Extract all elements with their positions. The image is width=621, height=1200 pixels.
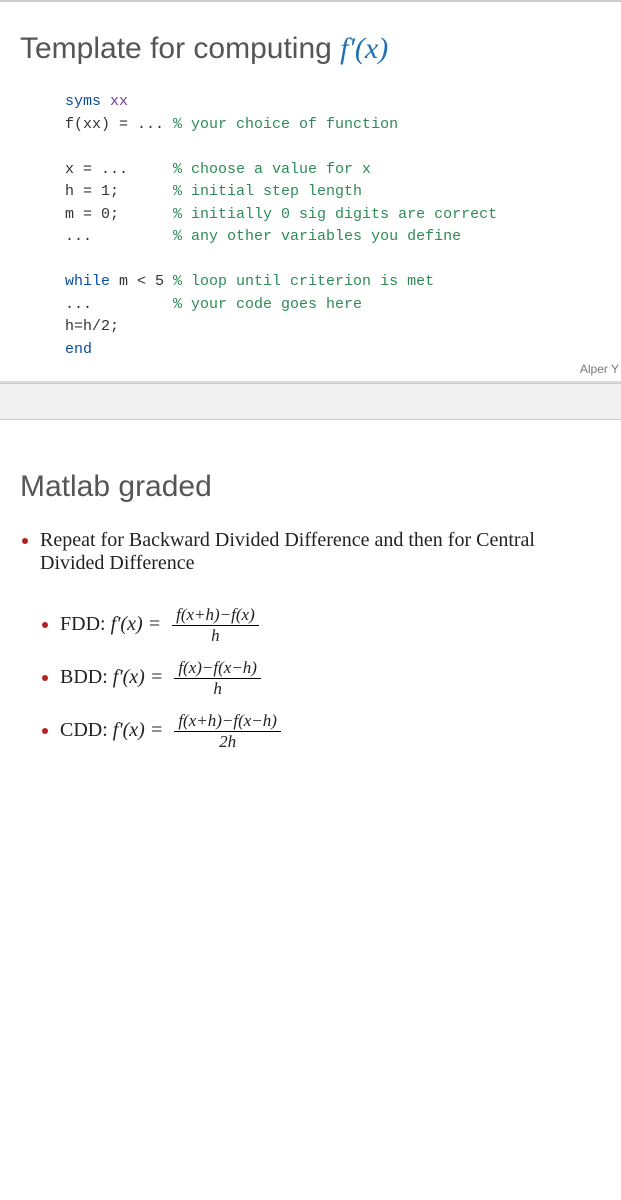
lhs: f'(x) = xyxy=(111,613,167,635)
slide2-title: Matlab graded xyxy=(20,470,601,504)
cdd-label: CDD: xyxy=(60,719,113,741)
lhs: f'(x) = xyxy=(113,666,169,688)
blank-line xyxy=(65,249,601,272)
comment: % any other variables you define xyxy=(173,228,461,245)
code-text: m = 0; xyxy=(65,206,173,223)
kw-end: end xyxy=(65,341,92,358)
denominator: h xyxy=(172,626,259,646)
comment: % your code goes here xyxy=(173,296,362,313)
slide1-title: Template for computing f'(x) xyxy=(20,32,601,66)
comment: % initial step length xyxy=(173,183,362,200)
title-func: f'(x) xyxy=(340,32,388,65)
title-text: Template for computing xyxy=(20,32,340,65)
bdd-label: BDD: xyxy=(60,666,113,688)
fraction: f(x+h)−f(x−h)2h xyxy=(174,711,281,752)
formula-bdd: BDD: f'(x) = f(x)−f(x−h)h xyxy=(60,658,601,699)
comment: % loop until criterion is met xyxy=(173,273,434,290)
bullet-repeat: Repeat for Backward Divided Difference a… xyxy=(40,529,601,575)
code-text: f(xx) = ... xyxy=(65,116,173,133)
denominator: h xyxy=(174,679,261,699)
code-text: m < 5 xyxy=(110,273,173,290)
code-text: x = ... xyxy=(65,161,173,178)
byline: Alper Y xyxy=(580,362,619,376)
code-text: h = 1; xyxy=(65,183,173,200)
formula-list: FDD: f'(x) = f(x+h)−f(x)h BDD: f'(x) = f… xyxy=(20,605,601,752)
bullet-list: Repeat for Backward Divided Difference a… xyxy=(20,529,601,575)
formula-cdd: CDD: f'(x) = f(x+h)−f(x−h)2h xyxy=(60,711,601,752)
comment: % initially 0 sig digits are correct xyxy=(173,206,497,223)
kw-syms: syms xyxy=(65,93,101,110)
numerator: f(x+h)−f(x−h) xyxy=(174,711,281,732)
comment: % choose a value for x xyxy=(173,161,371,178)
fraction: f(x+h)−f(x)h xyxy=(172,605,259,646)
kw-while: while xyxy=(65,273,110,290)
denominator: 2h xyxy=(174,732,281,752)
slide-gap xyxy=(0,383,621,420)
formula-fdd: FDD: f'(x) = f(x+h)−f(x)h xyxy=(60,605,601,646)
fdd-label: FDD: xyxy=(60,613,111,635)
code-block: syms xx f(xx) = ... % your choice of fun… xyxy=(65,91,601,361)
code-text: ... xyxy=(65,296,173,313)
code-text: ... xyxy=(65,228,173,245)
code-text: xx xyxy=(101,93,128,110)
comment: % your choice of function xyxy=(173,116,398,133)
fraction: f(x)−f(x−h)h xyxy=(174,658,261,699)
slide-matlab-graded: Matlab graded Repeat for Backward Divide… xyxy=(0,420,621,792)
numerator: f(x+h)−f(x) xyxy=(172,605,259,626)
numerator: f(x)−f(x−h) xyxy=(174,658,261,679)
blank-line xyxy=(65,136,601,159)
code-text: h=h/2; xyxy=(65,316,601,339)
slide-template: Template for computing f'(x) syms xx f(x… xyxy=(0,2,621,383)
lhs: f'(x) = xyxy=(113,719,169,741)
